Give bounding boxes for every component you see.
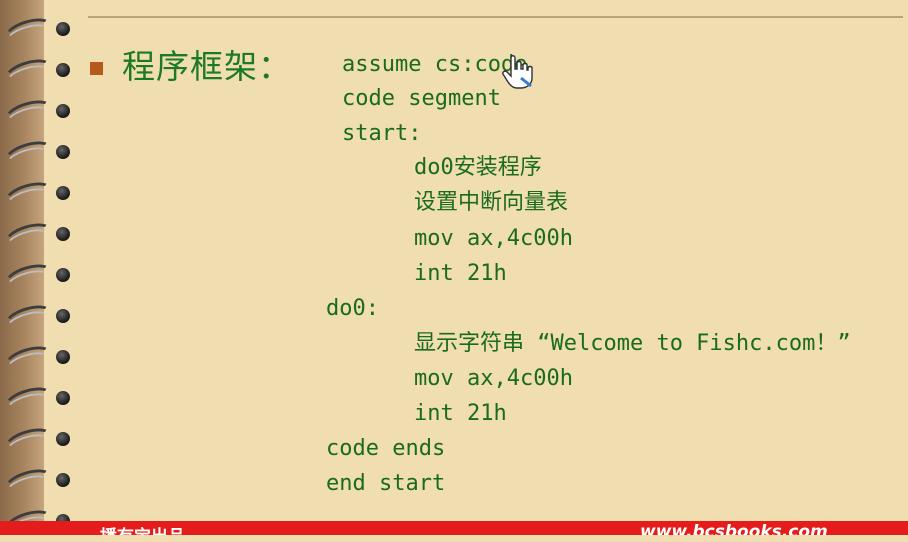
binding-ring <box>1 341 72 379</box>
binding-ring <box>1 259 72 297</box>
code-line-segment: code segment <box>342 86 501 111</box>
code-line-end-start: end start <box>326 471 446 496</box>
code-line-start-label: start: <box>342 121 422 146</box>
slide-heading: 程序框架： <box>122 47 292 86</box>
footer-brand-text: 播有宝出品 <box>100 522 185 535</box>
code-line-mov-1: mov ax,4c00h <box>414 226 573 251</box>
code-line-set-vector: 设置中断向量表 <box>414 190 569 215</box>
binding-ring <box>1 464 72 502</box>
binding-ring <box>1 177 72 215</box>
binding-ring <box>1 136 72 174</box>
footer-website-text: www.bcsbooks.com <box>640 522 828 535</box>
binding-ring <box>1 95 72 133</box>
code-line-install: do0安装程序 <box>414 155 542 180</box>
binding-ring <box>1 300 72 338</box>
binding-ring <box>1 423 72 461</box>
binding-ring <box>1 13 72 51</box>
footer-bar: 播有宝出品 www.bcsbooks.com <box>0 521 908 535</box>
binding-ring <box>1 54 72 92</box>
code-line-ends: code ends <box>326 436 446 461</box>
binding-ring <box>1 218 72 256</box>
code-line-mov-2: mov ax,4c00h <box>414 366 573 391</box>
code-line-int-2: int 21h <box>414 401 507 426</box>
hand-pointer-cursor-icon <box>502 55 533 89</box>
code-line-assume: assume cs:code <box>342 52 528 77</box>
code-line-int-1: int 21h <box>414 261 507 286</box>
code-line-do0-label: do0: <box>326 296 379 321</box>
bullet-square-icon <box>90 62 103 75</box>
code-line-show-string: 显示字符串 “Welcome to Fishc.com！” <box>414 331 851 356</box>
binding-ring <box>1 382 72 420</box>
top-divider <box>88 16 903 18</box>
